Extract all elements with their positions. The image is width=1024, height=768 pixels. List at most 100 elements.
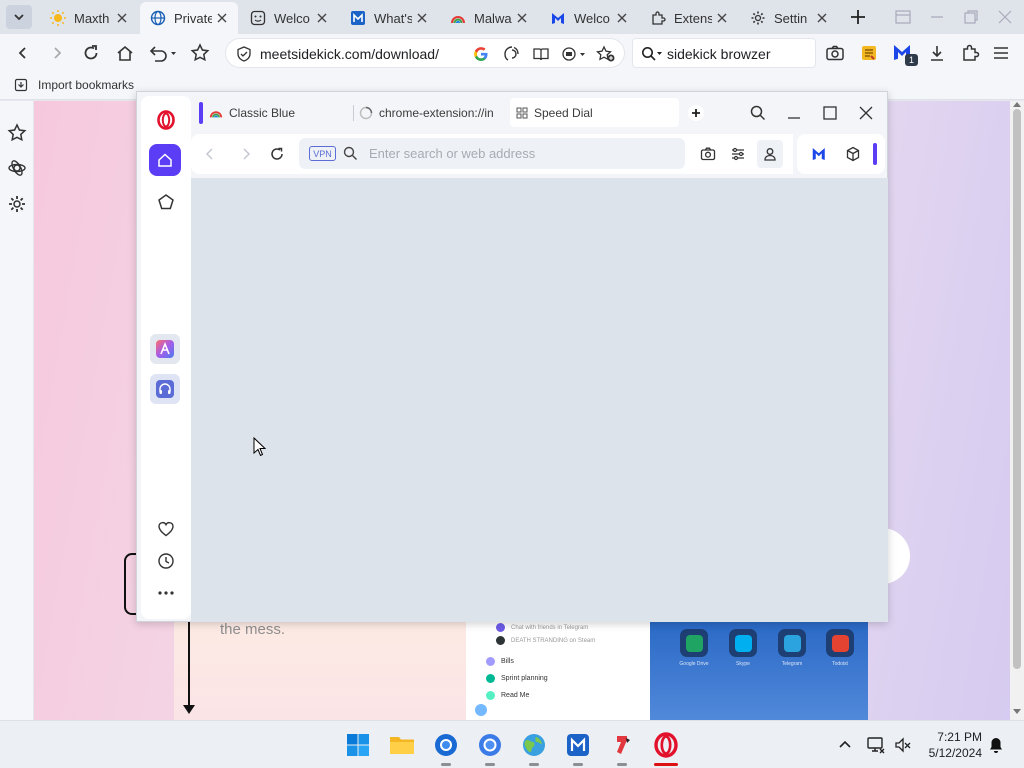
close-icon[interactable] bbox=[512, 8, 532, 28]
chevron-up-icon[interactable] bbox=[838, 738, 852, 750]
home-button[interactable] bbox=[114, 42, 136, 64]
opera-navigation-bar: VPN Enter search or web address bbox=[191, 134, 793, 174]
tab-extensions[interactable]: Extensi bbox=[640, 2, 738, 34]
opera-taskbar-button[interactable] bbox=[652, 731, 680, 766]
search-icon bbox=[343, 146, 357, 160]
favorites-button[interactable] bbox=[189, 42, 211, 64]
close-window-button[interactable] bbox=[996, 8, 1014, 26]
maximize-button[interactable] bbox=[821, 104, 839, 122]
scrollbar-thumb[interactable] bbox=[1013, 109, 1021, 669]
forward-button[interactable] bbox=[46, 42, 68, 64]
speed-dial-home-button[interactable] bbox=[149, 144, 181, 176]
search-box[interactable]: sidekick browzer bbox=[632, 38, 816, 68]
undo-close-button[interactable] bbox=[146, 42, 178, 64]
file-explorer-button[interactable] bbox=[388, 731, 416, 759]
app-taskbar-button[interactable] bbox=[608, 731, 636, 766]
aria-app-button[interactable] bbox=[150, 334, 180, 364]
music-player-button[interactable] bbox=[150, 374, 180, 404]
opera-logo-icon[interactable] bbox=[154, 108, 178, 132]
system-clock[interactable]: 7:21 PM 5/12/2024 bbox=[920, 729, 982, 761]
speaker-muted-icon[interactable] bbox=[894, 736, 912, 754]
history-button[interactable] bbox=[154, 549, 178, 573]
vpn-badge[interactable]: VPN bbox=[309, 146, 336, 161]
tab-malware[interactable]: Malwa bbox=[440, 2, 538, 34]
reader-mode-icon[interactable] bbox=[532, 45, 550, 63]
headphones-icon bbox=[156, 380, 174, 398]
opera-tab-speed-dial[interactable]: Speed Dial bbox=[510, 98, 679, 127]
restore-button[interactable] bbox=[962, 8, 980, 26]
maxthon-taskbar-button[interactable] bbox=[432, 731, 460, 766]
minimize-button[interactable] bbox=[785, 104, 803, 122]
camera-icon bbox=[826, 45, 844, 61]
menu-button[interactable] bbox=[990, 42, 1012, 64]
screenshot-button[interactable] bbox=[824, 42, 846, 64]
read-aloud-icon[interactable] bbox=[503, 45, 521, 63]
extensions-button[interactable] bbox=[959, 42, 981, 64]
start-button[interactable] bbox=[344, 731, 372, 759]
minimize-button[interactable] bbox=[928, 8, 946, 26]
user-icon bbox=[764, 148, 776, 161]
tab-divider bbox=[353, 105, 354, 121]
sidekick-app-icon bbox=[617, 736, 630, 754]
notes-button[interactable] bbox=[858, 42, 880, 64]
pinboards-button[interactable] bbox=[154, 190, 178, 214]
close-icon[interactable] bbox=[812, 8, 832, 28]
profile-button[interactable] bbox=[757, 140, 783, 168]
scroll-down-arrow-icon[interactable] bbox=[1013, 709, 1021, 714]
tab-search-icon[interactable] bbox=[749, 104, 767, 122]
opera-speed-dial-page bbox=[191, 178, 888, 622]
back-button[interactable] bbox=[203, 147, 217, 161]
new-tab-button[interactable] bbox=[688, 105, 704, 121]
extensions-cube-icon[interactable] bbox=[845, 146, 861, 162]
globe-browser-taskbar-button[interactable] bbox=[520, 731, 548, 766]
import-bookmarks-button[interactable]: Import bookmarks bbox=[14, 78, 134, 92]
scroll-up-arrow-icon[interactable] bbox=[1013, 102, 1021, 107]
sidebar-toggle-icon[interactable] bbox=[894, 8, 912, 26]
snapshot-camera-icon[interactable] bbox=[700, 146, 716, 162]
favorites-star-icon[interactable] bbox=[7, 123, 27, 143]
tab-maxthon[interactable]: Maxth bbox=[40, 2, 138, 34]
notification-bell-icon[interactable] bbox=[988, 736, 1004, 754]
reload-button[interactable] bbox=[269, 146, 285, 162]
tab-whats-new[interactable]: What's bbox=[340, 2, 438, 34]
browser-extension-icon[interactable] bbox=[560, 45, 586, 63]
close-icon[interactable] bbox=[612, 8, 632, 28]
showcase-text-panel: the mess. bbox=[174, 621, 466, 720]
decorative-arrow-line bbox=[188, 620, 190, 712]
ai-assistant-icon[interactable] bbox=[7, 158, 27, 178]
tab-list-dropdown-button[interactable] bbox=[6, 5, 32, 29]
opera-extensions-bar bbox=[797, 134, 885, 174]
close-window-button[interactable] bbox=[857, 104, 875, 122]
reload-button[interactable] bbox=[80, 42, 102, 64]
tab-welcome[interactable]: Welco bbox=[240, 2, 338, 34]
close-icon[interactable] bbox=[112, 8, 132, 28]
tab-private[interactable]: Private bbox=[140, 2, 238, 34]
my-flow-button[interactable] bbox=[154, 517, 178, 541]
forward-button[interactable] bbox=[239, 147, 253, 161]
add-favorite-icon[interactable] bbox=[596, 45, 616, 63]
opera-tab-classic-blue[interactable]: Classic Blue bbox=[209, 98, 349, 127]
close-icon[interactable] bbox=[712, 8, 732, 28]
new-tab-button[interactable] bbox=[848, 7, 868, 27]
address-bar[interactable]: meetsidekick.com/download/ bbox=[225, 38, 625, 68]
settings-gear-icon[interactable] bbox=[7, 194, 27, 214]
close-icon[interactable] bbox=[312, 8, 332, 28]
sidebar-more-button[interactable] bbox=[154, 581, 178, 605]
downloads-button[interactable] bbox=[926, 42, 948, 64]
malwarebytes-icon[interactable] bbox=[811, 145, 831, 163]
close-icon[interactable] bbox=[212, 8, 232, 28]
easy-setup-icon[interactable] bbox=[730, 146, 746, 162]
tab-welcome-malwarebytes[interactable]: Welco bbox=[540, 2, 638, 34]
product-showcase: the mess. Chat with friends in Telegram … bbox=[174, 621, 868, 720]
opera-address-field[interactable]: VPN Enter search or web address bbox=[299, 138, 685, 169]
vertical-scrollbar[interactable] bbox=[1010, 101, 1024, 720]
back-button[interactable] bbox=[12, 42, 34, 64]
close-icon[interactable] bbox=[412, 8, 432, 28]
tab-settings[interactable]: Settin bbox=[740, 2, 838, 34]
chrome-taskbar-button[interactable] bbox=[476, 731, 504, 766]
malwarebytes-extension-button[interactable]: 1 bbox=[892, 42, 918, 66]
google-icon[interactable] bbox=[473, 46, 489, 62]
maxthon-m-taskbar-button[interactable] bbox=[564, 731, 592, 766]
network-icon[interactable] bbox=[866, 736, 886, 754]
opera-tab-chrome-extension[interactable]: chrome-extension://in bbox=[359, 98, 495, 127]
